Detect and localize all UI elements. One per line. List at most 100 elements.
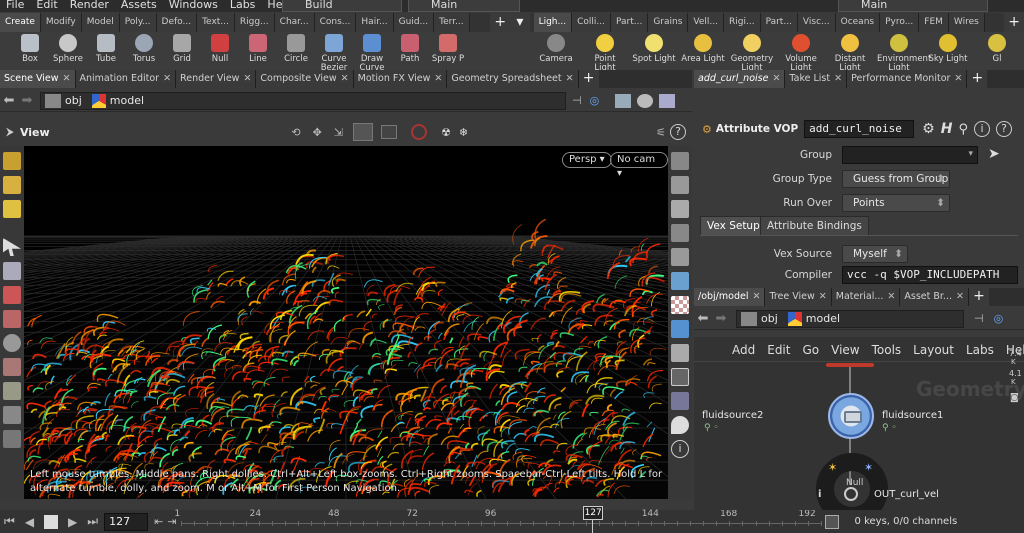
shelf-tab-right-colli[interactable]: Colli...	[572, 13, 611, 32]
add-shelf-tab-button-right[interactable]: +	[1004, 13, 1024, 32]
add-pane-tab-button[interactable]: +	[578, 70, 599, 88]
shelf-tab-right-pyro[interactable]: Pyro...	[880, 13, 920, 32]
hda-icon[interactable]: H	[941, 121, 953, 137]
safe-area-icon[interactable]	[671, 368, 689, 386]
close-tab-icon[interactable]: ✕	[887, 291, 895, 302]
pointer-icon[interactable]	[3, 238, 21, 256]
pane-tab-motion-fx-view[interactable]: Motion FX View ✕	[353, 70, 448, 88]
tumble-tool-icon[interactable]: ⟲	[291, 126, 300, 139]
show-points-icon[interactable]	[671, 152, 689, 170]
paint-tool-icon[interactable]	[3, 382, 21, 400]
shelf-tab-poly[interactable]: Poly...	[119, 13, 157, 32]
network-editor[interactable]: AddEditGoViewToolsLayoutLabsHelp Geometr…	[694, 337, 1024, 510]
shelf-tab-guid[interactable]: Guid...	[393, 13, 435, 32]
jump-end-icon[interactable]: ⏭	[87, 514, 98, 529]
pane-tab-animation-editor[interactable]: Animation Editor ✕	[75, 70, 177, 88]
pane-tab-scene-view[interactable]: Scene View ✕	[0, 70, 76, 88]
tool-environment-light[interactable]: Environment Light	[877, 34, 931, 70]
tool-spray-p[interactable]: Spray P	[426, 34, 470, 64]
geometry-display-icon[interactable]	[671, 320, 689, 338]
add-pane-tab-button[interactable]: +	[967, 70, 988, 88]
lock-icon[interactable]	[3, 262, 21, 280]
play-back-icon[interactable]: ◀	[25, 515, 34, 529]
reference-plane-icon[interactable]	[671, 272, 689, 290]
ghost-icon[interactable]	[671, 200, 689, 218]
forward-arrow-icon-net[interactable]: ➡	[712, 311, 730, 326]
close-tab-icon[interactable]: ✕	[819, 291, 827, 302]
add-shelf-tab-button[interactable]: +	[490, 13, 511, 32]
tool-camera[interactable]: Camera	[534, 34, 578, 64]
group-select-arrow-icon[interactable]: ➤	[988, 146, 1000, 162]
display-options-icon[interactable]	[659, 93, 676, 108]
shelf-tab-right-part[interactable]: Part...	[760, 13, 798, 32]
pane-tab-take-list[interactable]: Take List ✕	[785, 70, 848, 88]
menu-labs[interactable]: Labs	[224, 0, 262, 10]
group-dropdown-arrow-icon[interactable]: ▾	[968, 149, 973, 159]
group-type-dropdown[interactable]: Guess from Group ⬍	[842, 170, 950, 188]
pin-icon[interactable]: ⊣	[572, 94, 582, 107]
context-dropdown[interactable]: Main	[408, 0, 520, 12]
tool-spot-light[interactable]: Spot Light	[632, 34, 676, 64]
info-icon-params[interactable]: i	[973, 121, 990, 137]
display-options-menu-icon[interactable]: ⚟	[656, 126, 666, 139]
menu-render[interactable]: Render	[64, 0, 115, 10]
shelf-tab-create[interactable]: Create	[0, 13, 41, 32]
step-icon[interactable]: ⇤	[154, 515, 163, 528]
close-tab-icon[interactable]: ✕	[341, 73, 349, 84]
pane-tab-geometry-spreadsheet[interactable]: Geometry Spreadsheet ✕	[447, 70, 579, 88]
fluidsource1-node[interactable]	[828, 393, 874, 439]
brush-tool-icon[interactable]	[3, 358, 21, 376]
run-over-dropdown[interactable]: Points ⬍	[842, 194, 950, 212]
timeline-ruler[interactable]: 1 24 48 72 96 144 168 192 127	[175, 506, 822, 533]
handle-tool-icon[interactable]	[3, 286, 21, 304]
pane-tab-material[interactable]: Material... ✕	[831, 288, 901, 306]
tool-point-light[interactable]: Point Light	[583, 34, 627, 70]
shelf-tab-modify[interactable]: Modify	[40, 13, 82, 32]
path-obj[interactable]: obj	[65, 94, 82, 107]
close-tab-icon[interactable]: ✕	[163, 73, 171, 84]
menu-edit[interactable]: Edit	[30, 0, 63, 10]
play-forward-icon[interactable]: ▶	[68, 515, 77, 529]
tool-volume-light[interactable]: Volume Light	[779, 34, 823, 70]
shelf-tab-hair[interactable]: Hair...	[356, 13, 394, 32]
render-icon[interactable]: ☢	[441, 126, 451, 139]
help-icon-params[interactable]: ?	[995, 121, 1012, 137]
add-pane-tab-button[interactable]: +	[968, 288, 989, 306]
help-icon[interactable]: ?	[670, 124, 686, 140]
pose-tool-icon[interactable]	[3, 310, 21, 328]
menu-windows[interactable]: Windows	[163, 0, 224, 10]
shelf-tab-right-oceans[interactable]: Oceans	[835, 13, 881, 32]
snapshot-icon[interactable]	[381, 125, 398, 139]
point-numbers-icon[interactable]	[671, 224, 689, 242]
tool-sky-light[interactable]: Sky Light	[926, 34, 970, 64]
view-menu-icon[interactable]: ⮞	[6, 125, 14, 139]
shelf-menu-icon[interactable]: ▾	[510, 13, 530, 32]
search-icon[interactable]: ⚲	[958, 122, 968, 137]
close-tab-icon[interactable]: ✕	[956, 291, 964, 302]
show-normals-icon[interactable]	[671, 176, 689, 194]
tool-distant-light[interactable]: Distant Light	[828, 34, 872, 70]
bypass-flag-icon[interactable]: ✶	[828, 461, 837, 474]
group-field[interactable]: ▾	[842, 146, 978, 164]
link-icon-net[interactable]: ◎	[994, 312, 1004, 325]
background-image-icon[interactable]	[671, 392, 689, 410]
compiler-field[interactable]: vcc -q $VOP_INCLUDEPATH	[842, 266, 1018, 284]
menu-file[interactable]: File	[0, 0, 30, 10]
tool-area-light[interactable]: Area Light	[681, 34, 725, 64]
close-tab-icon[interactable]: ✕	[834, 73, 842, 84]
forward-arrow-icon[interactable]: ➡	[18, 93, 36, 108]
info-flag-icon[interactable]: i	[818, 489, 821, 500]
tool-geometry-light[interactable]: Geometry Light	[730, 34, 774, 70]
jump-start-icon[interactable]: ⏮	[4, 514, 15, 529]
null-node[interactable]	[844, 487, 858, 501]
misc-tool-icon[interactable]	[3, 430, 21, 448]
view-shading-icon[interactable]	[615, 93, 632, 108]
render-settings-icon[interactable]: ❄	[459, 126, 468, 139]
location-icon[interactable]	[671, 416, 689, 434]
move-tool-icon[interactable]	[3, 176, 21, 194]
close-tab-icon[interactable]: ✕	[566, 73, 574, 84]
shelf-tab-terr[interactable]: Terr...	[434, 13, 470, 32]
pan-tool-icon[interactable]: ✥	[313, 126, 322, 139]
pin-icon-net[interactable]: ⊣	[974, 312, 984, 325]
desktop-dropdown[interactable]: Build	[282, 0, 402, 12]
